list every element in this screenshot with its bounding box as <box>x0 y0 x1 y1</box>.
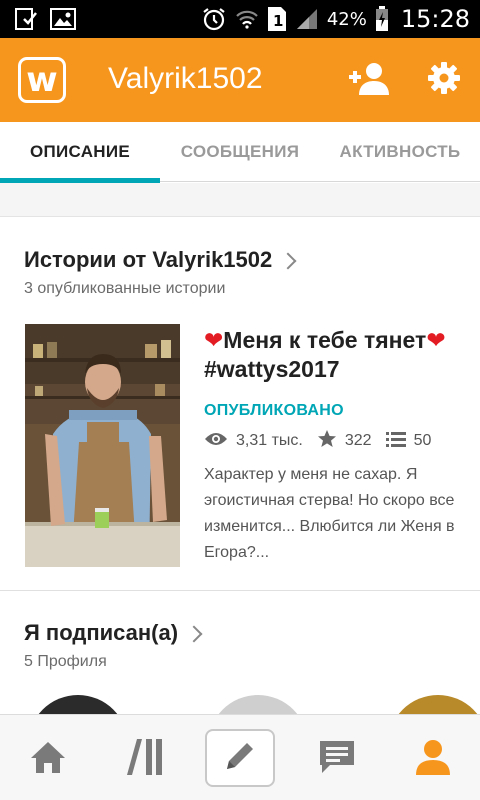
image-notification-icon <box>50 7 76 31</box>
signal-icon <box>295 7 319 31</box>
profile-icon <box>414 738 452 781</box>
nav-messages[interactable] <box>302 733 372 785</box>
profile-tabs: ОПИСАНИЕ СООБЩЕНИЯ АКТИВНОСТЬ <box>0 122 480 183</box>
tab-activity[interactable]: АКТИВНОСТЬ <box>320 122 480 182</box>
list-icon <box>385 431 406 452</box>
svg-text:1: 1 <box>273 12 283 30</box>
follow-user-button[interactable] <box>346 58 390 102</box>
story-cover-image[interactable] <box>25 324 180 567</box>
wifi-icon <box>235 7 259 31</box>
eye-icon <box>204 431 228 452</box>
chevron-right-icon <box>185 625 203 643</box>
wattpad-logo[interactable]: w <box>18 57 66 103</box>
story-title[interactable]: ❤Меня к тебе тянет❤ #wattys2017 <box>204 326 464 384</box>
heart-icon: ❤ <box>426 327 446 353</box>
battery-percent: 42% <box>326 8 367 30</box>
battery-charging-icon <box>375 6 389 32</box>
nav-library[interactable] <box>110 733 180 785</box>
sim-icon: 1 <box>267 6 287 32</box>
pencil-icon <box>223 739 257 778</box>
alarm-icon <box>201 6 227 32</box>
home-icon <box>29 740 67 779</box>
clock: 15:28 <box>400 5 470 33</box>
heart-icon: ❤ <box>204 327 224 353</box>
parts-stat: 50 <box>385 431 431 452</box>
stories-section-header[interactable]: Истории от Valyrik1502 <box>24 247 297 273</box>
nav-profile[interactable] <box>398 733 468 785</box>
app-bar: w Valyrik1502 <box>0 38 480 122</box>
settings-button[interactable] <box>422 58 466 102</box>
tab-messages[interactable]: СООБЩЕНИЯ <box>160 122 320 182</box>
nav-write[interactable] <box>205 729 275 787</box>
following-count: 5 Профиля <box>24 653 107 670</box>
section-spacer <box>0 183 480 217</box>
download-notification-icon <box>14 7 38 31</box>
story-status: ОПУБЛИКОВАНО <box>204 402 344 419</box>
following-section-header[interactable]: Я подписан(а) <box>24 620 203 646</box>
bottom-navigation <box>0 714 480 800</box>
section-divider <box>0 590 480 591</box>
stories-count: 3 опубликованные истории <box>24 280 226 297</box>
story-stats: 3,31 тыс. 322 50 <box>204 429 445 454</box>
chevron-right-icon <box>279 252 297 270</box>
gear-icon <box>427 61 461 100</box>
nav-home[interactable] <box>13 733 83 785</box>
tab-description[interactable]: ОПИСАНИЕ <box>0 122 160 182</box>
library-icon <box>125 738 165 780</box>
reads-stat: 3,31 тыс. <box>204 431 303 452</box>
story-description: Характер у меня не сахар. Я эгоистичная … <box>204 466 455 561</box>
status-bar: 1 42% 15:28 <box>0 0 480 38</box>
profile-username: Valyrik1502 <box>108 62 263 95</box>
story-title-part1: Меня к тебе тянет <box>223 327 427 353</box>
stories-section-title: Истории от Valyrik1502 <box>24 247 273 272</box>
add-user-icon <box>347 61 389 100</box>
votes-stat: 322 <box>317 429 372 454</box>
story-title-part2: #wattys2017 <box>204 356 340 382</box>
messages-icon <box>318 739 356 780</box>
star-icon <box>317 429 337 454</box>
following-section-title: Я подписан(а) <box>24 620 179 645</box>
